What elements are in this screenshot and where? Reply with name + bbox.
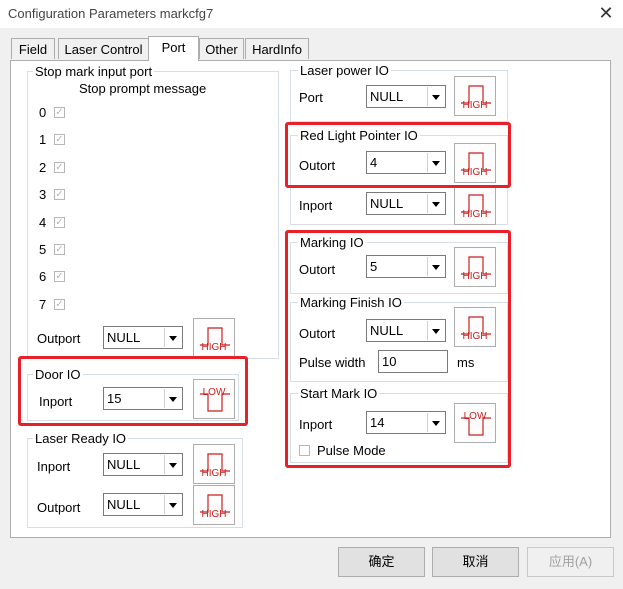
chevron-down-icon (164, 328, 181, 347)
laser-ready-inport-level-button[interactable]: HIGH (193, 444, 235, 484)
highlight-door-io (18, 356, 248, 426)
stop-input-label: 1 (39, 132, 47, 148)
stop-input-label: 6 (39, 269, 47, 285)
laser-power-level-button[interactable]: HIGH (454, 76, 496, 116)
stop-prompt-label: Stop prompt message (79, 81, 207, 96)
red-light-inport-label: Inport (299, 198, 333, 213)
highlight-red-light-outport (285, 122, 511, 188)
ok-button[interactable]: 确定 (338, 547, 425, 577)
chevron-down-icon (427, 194, 444, 213)
stop-outport-select[interactable]: NULL (103, 326, 183, 349)
red-light-inport-level-button[interactable]: HIGH (454, 185, 496, 225)
tab-laser-control[interactable]: Laser Control (58, 38, 149, 59)
stop-input-label: 0 (39, 105, 47, 120)
stop-input-checkbox[interactable] (54, 107, 65, 118)
stop-mark-title: Stop mark input port (33, 64, 155, 79)
stop-input-label: 4 (39, 214, 47, 230)
stop-input-label: 7 (39, 296, 47, 312)
cancel-button[interactable]: 取消 (432, 547, 519, 577)
chevron-down-icon (164, 455, 181, 474)
tab-other[interactable]: Other (199, 38, 244, 59)
stop-input-checkbox[interactable] (54, 271, 65, 283)
stop-input-checkbox[interactable] (54, 161, 65, 173)
level-label: HIGH (462, 100, 488, 111)
laser-ready-title: Laser Ready IO (33, 431, 129, 446)
laser-ready-outport-select[interactable]: NULL (103, 493, 183, 516)
stop-input-label: 2 (39, 159, 47, 175)
level-label: HIGH (201, 342, 227, 353)
stop-outport-level-button[interactable]: HIGH (193, 318, 235, 358)
highlight-marking-group (285, 230, 511, 468)
chevron-down-icon (427, 87, 444, 106)
laser-ready-outport-level-button[interactable]: HIGH (193, 485, 235, 525)
stop-input-checkbox[interactable] (54, 216, 65, 228)
laser-power-port-label: Port (299, 90, 323, 105)
laser-power-title: Laser power IO (298, 63, 391, 78)
tab-field[interactable]: Field (11, 38, 55, 59)
laser-ready-outport-label: Outport (37, 500, 81, 515)
tab-port[interactable]: Port (148, 36, 199, 61)
level-label: HIGH (201, 509, 227, 520)
stop-input-checkbox[interactable] (54, 298, 65, 310)
stop-input-label: 5 (39, 242, 47, 257)
apply-button[interactable]: 应用(A) (527, 547, 614, 577)
stop-outport-label: Outport (37, 331, 81, 346)
laser-ready-inport-select[interactable]: NULL (103, 453, 183, 476)
stop-input-label: 3 (39, 187, 47, 203)
stop-input-checkbox[interactable] (54, 134, 65, 146)
level-label: HIGH (201, 468, 227, 479)
chevron-down-icon (164, 495, 181, 514)
stop-input-checkbox[interactable] (54, 244, 65, 255)
red-light-inport-select[interactable]: NULL (366, 192, 446, 215)
close-icon[interactable]: ✕ (596, 3, 616, 23)
window-title: Configuration Parameters markcfg7 (8, 6, 214, 21)
level-label: HIGH (462, 209, 488, 220)
laser-ready-inport-label: Inport (37, 459, 71, 474)
stop-input-checkbox[interactable] (54, 189, 65, 201)
laser-power-port-select[interactable]: NULL (366, 85, 446, 108)
tab-hardinfo[interactable]: HardInfo (245, 38, 309, 59)
